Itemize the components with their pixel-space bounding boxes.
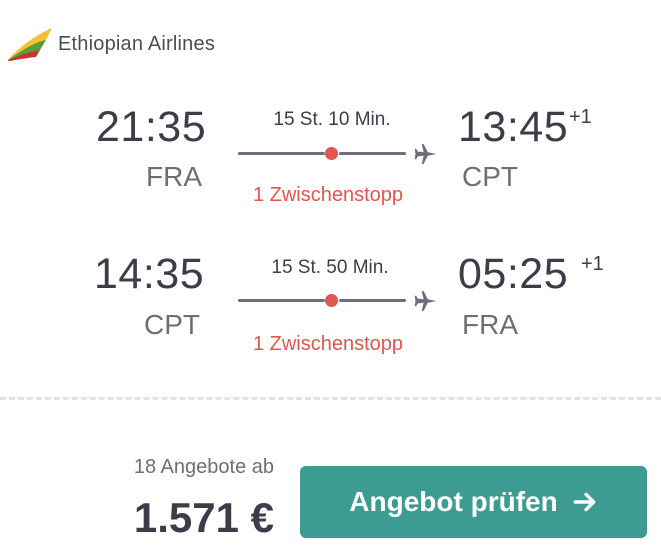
- arrival-airport: FRA: [462, 309, 518, 340]
- plane-icon: [414, 291, 437, 311]
- arrival-day-offset: +1: [581, 253, 604, 275]
- stop-dot: [325, 147, 338, 160]
- arrival-time: 13:45: [458, 103, 569, 151]
- departure-time: 14:35: [94, 250, 205, 298]
- plane-icon: [414, 144, 437, 164]
- arrival-day-offset: +1: [569, 106, 592, 128]
- departure-airport: CPT: [144, 309, 200, 340]
- check-offer-button[interactable]: Angebot prüfen: [300, 466, 647, 538]
- departure-time: 21:35: [96, 103, 207, 151]
- stops-label: 1 Zwischenstopp: [252, 333, 404, 355]
- route-line: [339, 152, 406, 155]
- arrival-time: 05:25: [458, 250, 569, 298]
- route-line: [238, 152, 325, 155]
- dashed-divider: [0, 397, 661, 400]
- stop-dot: [325, 294, 338, 307]
- offers-count-label: 18 Angebote ab: [133, 456, 274, 478]
- ethiopian-airlines-logo-icon: [8, 28, 52, 61]
- flight-duration: 15 St. 10 Min.: [273, 109, 391, 130]
- check-offer-button-label: Angebot prüfen: [349, 486, 558, 517]
- airline-name: Ethiopian Airlines: [58, 33, 216, 55]
- stops-label: 1 Zwischenstopp: [252, 184, 404, 206]
- arrow-right-icon: [573, 492, 596, 512]
- price: 1.571 €: [133, 494, 274, 541]
- departure-airport: FRA: [146, 161, 202, 192]
- flight-duration: 15 St. 50 Min.: [271, 257, 389, 278]
- arrival-airport: CPT: [462, 161, 518, 192]
- airline-logo: [6, 24, 54, 64]
- route-line: [238, 299, 325, 302]
- route-line: [339, 299, 406, 302]
